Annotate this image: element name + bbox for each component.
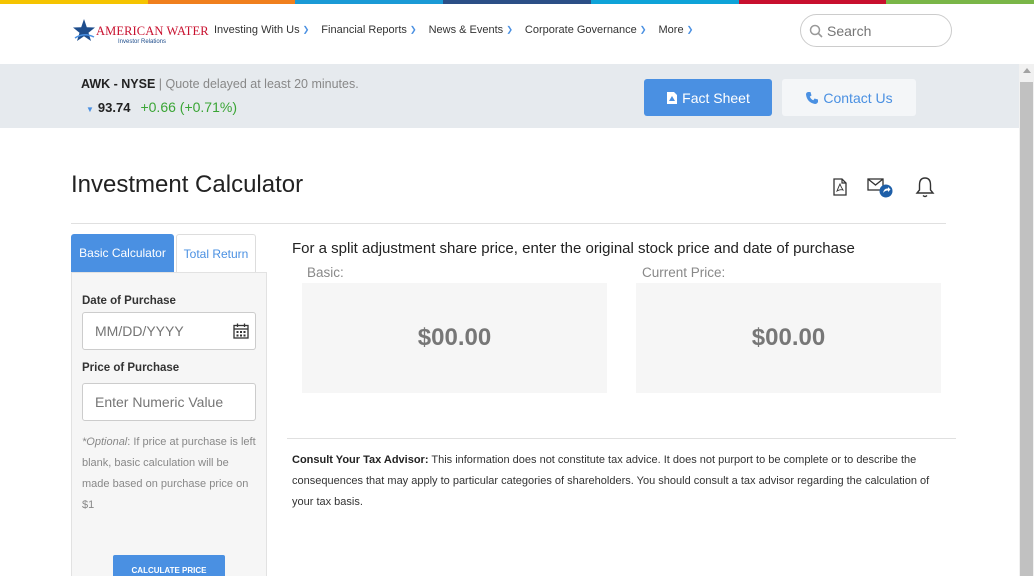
price-of-purchase-field[interactable] bbox=[82, 383, 256, 421]
optional-note-prefix: *Optional bbox=[82, 436, 128, 448]
bell-icon[interactable] bbox=[915, 176, 935, 198]
nav-label: News & Events bbox=[428, 24, 504, 36]
search-icon bbox=[809, 24, 823, 38]
chevron-down-icon: ❯ bbox=[639, 24, 647, 34]
quote-heading: AWK - NYSE | Quote delayed at least 20 m… bbox=[81, 77, 359, 91]
nav-label: Financial Reports bbox=[321, 24, 407, 36]
price-of-purchase-input[interactable] bbox=[95, 394, 255, 410]
split-adjustment-instruction: For a split adjustment share price, ente… bbox=[292, 240, 855, 257]
pdf-icon[interactable] bbox=[832, 178, 848, 196]
tab-basic-calculator[interactable]: Basic Calculator bbox=[71, 234, 174, 272]
stock-price: 93.74 bbox=[97, 99, 131, 115]
date-of-purchase-input[interactable] bbox=[95, 323, 225, 339]
main-menu: Investing With Us ❯ Financial Reports ❯ … bbox=[214, 24, 693, 36]
stock-ticker: AWK - NYSE bbox=[81, 77, 156, 91]
nav-more[interactable]: More ❯ bbox=[659, 24, 694, 36]
calculate-price-button[interactable]: CALCULATE PRICE bbox=[113, 555, 225, 576]
american-water-logo[interactable]: AMERICAN WATER Investor Relations bbox=[72, 18, 209, 50]
chevron-down-icon: ❯ bbox=[506, 24, 513, 34]
fact-sheet-label: Fact Sheet bbox=[682, 89, 750, 106]
disclaimer-heading: Consult Your Tax Advisor: bbox=[292, 454, 429, 466]
stock-quote-bar: AWK - NYSE | Quote delayed at least 20 m… bbox=[0, 64, 1019, 128]
contact-us-label: Contact Us bbox=[823, 89, 893, 106]
calendar-icon[interactable] bbox=[233, 323, 249, 339]
nav-label: More bbox=[658, 24, 684, 36]
email-share-icon[interactable] bbox=[867, 177, 895, 199]
nav-news-events[interactable]: News & Events ❯ bbox=[429, 24, 513, 36]
quote-delay-note: | Quote delayed at least 20 minutes. bbox=[155, 77, 359, 91]
basic-price-label: Basic: bbox=[307, 265, 344, 280]
fact-sheet-button[interactable]: Fact Sheet bbox=[644, 79, 772, 116]
search-box[interactable] bbox=[800, 14, 952, 47]
basic-price-value: $00.00 bbox=[302, 283, 607, 393]
chevron-down-icon: ❯ bbox=[686, 24, 694, 34]
optional-note: *Optional: If price at purchase is left … bbox=[82, 432, 258, 516]
chevron-down-icon: ❯ bbox=[409, 24, 417, 34]
nav-investing-with-us[interactable]: Investing With Us ❯ bbox=[214, 24, 309, 36]
phone-icon bbox=[806, 91, 819, 104]
date-of-purchase-label: Date of Purchase bbox=[82, 295, 176, 307]
price-change: +0.66 (+0.71%) bbox=[140, 99, 237, 115]
nav-corporate-governance[interactable]: Corporate Governance ❯ bbox=[525, 24, 647, 36]
chevron-down-icon: ❯ bbox=[302, 24, 310, 34]
title-divider bbox=[71, 223, 946, 224]
tab-total-return[interactable]: Total Return bbox=[176, 234, 256, 272]
disclaimer-divider bbox=[287, 438, 956, 439]
calculator-tabs: Basic Calculator Total Return bbox=[71, 234, 256, 272]
scrollbar-thumb[interactable] bbox=[1020, 82, 1033, 576]
scroll-up-arrow-icon[interactable] bbox=[1023, 68, 1031, 73]
date-of-purchase-field[interactable] bbox=[82, 312, 256, 350]
page-scrollbar[interactable] bbox=[1019, 64, 1034, 576]
nav-label: Corporate Governance bbox=[524, 24, 637, 36]
star-logo-icon bbox=[73, 19, 95, 41]
page-title: Investment Calculator bbox=[71, 171, 304, 198]
nav-financial-reports[interactable]: Financial Reports ❯ bbox=[321, 24, 416, 36]
tax-advisor-disclaimer: Consult Your Tax Advisor: This informati… bbox=[292, 450, 950, 513]
logo-brand-text: AMERICAN WATER bbox=[96, 24, 209, 38]
nav-label: Investing With Us bbox=[214, 24, 300, 36]
contact-us-button[interactable]: Contact Us bbox=[782, 79, 916, 116]
price-of-purchase-label: Price of Purchase bbox=[82, 362, 180, 374]
current-price-value: $00.00 bbox=[636, 283, 941, 393]
search-input[interactable] bbox=[827, 22, 937, 39]
price-down-arrow-icon: ▼ bbox=[86, 104, 94, 114]
logo-subtitle: Investor Relations bbox=[118, 39, 167, 45]
current-price-label: Current Price: bbox=[642, 265, 726, 280]
top-navigation: AMERICAN WATER Investor Relations Invest… bbox=[0, 4, 1019, 64]
quote-price-row: ▼ 93.74 +0.66 (+0.71%) bbox=[86, 99, 237, 115]
calculator-form-panel: Date of Purchase Price of Purchase *Opti… bbox=[71, 272, 267, 576]
pdf-file-icon bbox=[667, 91, 678, 104]
